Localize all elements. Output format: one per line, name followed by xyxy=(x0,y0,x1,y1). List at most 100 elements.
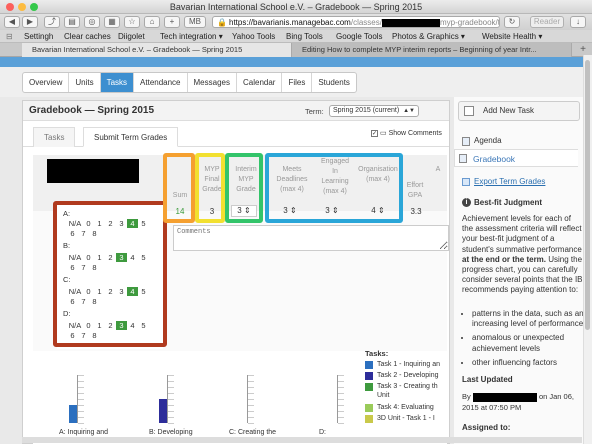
legend-swatch xyxy=(365,404,373,412)
comments-field[interactable] xyxy=(173,225,449,251)
gradebook-header: Gradebook — Spring 2015 Term: Spring 201… xyxy=(23,101,449,121)
download-icon[interactable]: ↓ xyxy=(570,16,586,28)
legend-item: Task 1 - Inquiring an xyxy=(365,360,449,369)
bookmark-item[interactable]: Tech integration ▾ xyxy=(160,30,223,43)
tab-overview[interactable]: Overview xyxy=(23,73,70,92)
address-path: /classes/ xyxy=(350,18,382,27)
tab-tasks[interactable]: Tasks xyxy=(100,73,135,92)
chart-tick xyxy=(338,423,344,424)
chart-tick xyxy=(168,411,174,412)
subtab-submit-term-grades[interactable]: Submit Term Grades xyxy=(83,127,179,147)
bookmark-item[interactable]: Clear caches xyxy=(64,30,111,43)
assigned-to-title: Assigned to: xyxy=(462,423,511,432)
browser-tab[interactable]: Editing How to complete MYP interim repo… xyxy=(292,43,572,57)
chart-tick xyxy=(338,387,344,388)
chart-category-label: D: xyxy=(319,429,326,436)
add-new-task-button[interactable]: Add New Task xyxy=(458,101,580,121)
document-plus-icon xyxy=(464,106,474,116)
best-fit-title: i Best-fit Judgment xyxy=(462,198,542,207)
class-nav-tabs: Overview Units Tasks Attendance Messages… xyxy=(22,72,357,93)
chart-tick xyxy=(338,399,344,400)
chart-tick xyxy=(338,375,344,376)
best-fit-title-text: Best-fit Judgment xyxy=(474,198,542,207)
sidebar-icon[interactable]: ▤ xyxy=(64,16,80,28)
legend-item: Task 4: Evaluating xyxy=(365,403,449,412)
chart-tick xyxy=(78,399,84,400)
legend-title: Tasks: xyxy=(365,349,389,358)
agenda-icon xyxy=(462,137,470,146)
minimize-window-button[interactable] xyxy=(18,3,26,11)
sidebar-item-gradebook[interactable]: Gradebook xyxy=(454,149,578,167)
plus-icon[interactable]: + xyxy=(164,16,180,28)
address-path-tail: myp-gradebook/tasks/tern xyxy=(439,18,500,27)
bookmark-item[interactable]: Settingh xyxy=(24,30,53,43)
chart-tick xyxy=(338,411,344,412)
tab-attendance[interactable]: Attendance xyxy=(134,73,188,92)
share-icon[interactable]: ⤴ xyxy=(44,16,60,28)
term-select-value: Spring 2015 (current) xyxy=(333,107,400,114)
tab-units[interactable]: Units xyxy=(69,73,101,92)
bookmark-item[interactable]: Bing Tools xyxy=(286,30,323,43)
scrollbar-thumb[interactable] xyxy=(585,60,590,330)
history-icon[interactable]: ⌂ xyxy=(144,16,160,28)
chart-tick xyxy=(168,399,174,400)
tab-students[interactable]: Students xyxy=(312,73,356,92)
close-window-button[interactable] xyxy=(6,3,14,11)
chart-tick xyxy=(248,387,254,388)
bookmark-item[interactable]: Diigolet xyxy=(118,30,145,43)
tab-calendar[interactable]: Calendar xyxy=(237,73,283,92)
student-name-redacted xyxy=(47,159,139,183)
export-term-grades-link[interactable]: Export Term Grades xyxy=(462,177,546,186)
subtab-tasks[interactable]: Tasks xyxy=(33,127,76,147)
col-effort-gpa: Effort GPA xyxy=(406,182,424,199)
back-button[interactable]: ◀ xyxy=(4,16,20,28)
checkbox-checked-icon[interactable]: ✓ xyxy=(371,129,378,137)
export-label: Export Term Grades xyxy=(474,177,546,186)
sidebar-item-agenda[interactable]: Agenda xyxy=(458,133,586,149)
window-title: Bavarian International School e.V. – Gra… xyxy=(169,2,423,12)
bookmarks-bar: ⊟ Settingh Clear caches Diigolet Tech in… xyxy=(0,30,592,43)
chart-tick xyxy=(78,393,84,394)
chart-tick xyxy=(248,417,254,418)
chart-category-label: C: Creating the xyxy=(229,429,277,436)
lock-icon: 🔒 xyxy=(217,18,227,27)
mb-badge[interactable]: MB xyxy=(184,16,206,28)
chart-tick xyxy=(168,381,174,382)
list-item: anomalous or unexpected achievement leve… xyxy=(472,333,584,353)
reload-icon[interactable]: ↻ xyxy=(504,16,520,28)
chart-tick xyxy=(248,411,254,412)
forward-button[interactable]: ▶ xyxy=(22,16,38,28)
term-select[interactable]: Spring 2015 (current) ▲▼ xyxy=(329,105,419,117)
show-comments-toggle[interactable]: ✓ ▭ Show Comments xyxy=(371,129,442,137)
zoom-window-button[interactable] xyxy=(30,3,38,11)
legend-swatch xyxy=(365,361,373,369)
top-sites-icon[interactable]: ▦ xyxy=(104,16,120,28)
chart-tick xyxy=(78,381,84,382)
horizontal-scrollbar[interactable] xyxy=(22,437,582,443)
right-sidebar: Add New Task Agenda Gradebook Export Ter… xyxy=(454,97,592,444)
bookmark-icon[interactable]: ☆ xyxy=(124,16,140,28)
bookmark-item[interactable]: Google Tools xyxy=(336,30,383,43)
reader-button[interactable]: Reader xyxy=(530,16,564,28)
legend-item: 3D Unit - Task 1 - I xyxy=(365,414,449,423)
highlight-atl-box xyxy=(265,153,403,223)
browser-tab-active[interactable]: Bavarian International School e.V. – Gra… xyxy=(22,43,292,57)
info-icon: i xyxy=(462,198,471,207)
bookmark-item[interactable]: Website Health ▾ xyxy=(482,30,542,43)
bookmark-item[interactable]: Photos & Graphics ▾ xyxy=(392,30,465,43)
chart-tick xyxy=(78,417,84,418)
tab-files[interactable]: Files xyxy=(282,73,313,92)
highlight-sum-box xyxy=(163,153,195,223)
chart-tick xyxy=(168,417,174,418)
reading-glasses-icon[interactable]: ⊟ xyxy=(6,30,13,43)
reading-list-icon[interactable]: ◎ xyxy=(84,16,100,28)
chart-category-label: A: Inquiring and xyxy=(59,429,109,436)
tab-messages[interactable]: Messages xyxy=(188,73,237,92)
export-icon xyxy=(462,178,470,186)
chart-tick xyxy=(78,411,84,412)
chart-tick xyxy=(168,405,174,406)
chart-tick xyxy=(338,381,344,382)
address-bar[interactable]: 🔒 https://bavarianis.managebac.com/class… xyxy=(212,16,500,28)
bookmark-item[interactable]: Yahoo Tools xyxy=(232,30,275,43)
redacted-name xyxy=(472,392,537,402)
